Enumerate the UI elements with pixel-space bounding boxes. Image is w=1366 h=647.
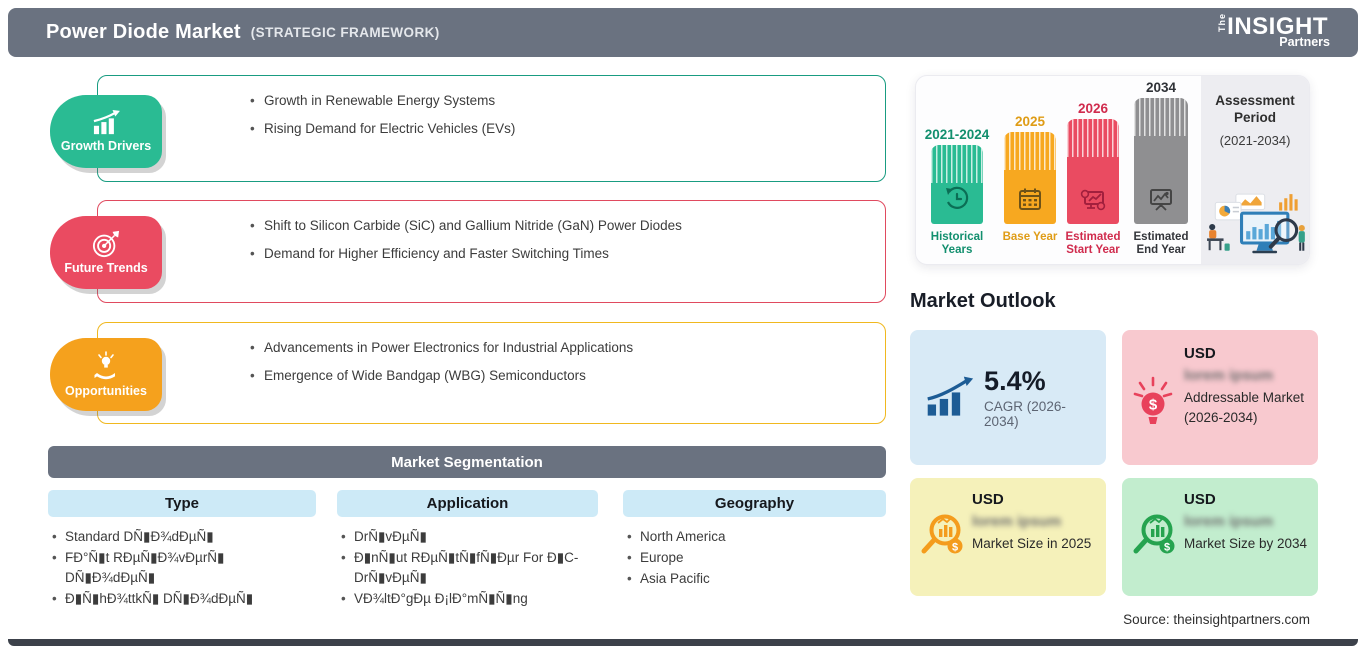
segmentation-column-type: Type Standard DÑ▮Ð¾dÐµÑ▮ FÐ°Ñ▮t RÐµÑ▮Ð¾v… — [48, 490, 316, 610]
list-item: Standard DÑ▮Ð¾dÐµÑ▮ — [52, 527, 263, 547]
card-caption: Market Size by 2034 — [1184, 536, 1308, 551]
magnifier-chart-orange-icon: $ — [921, 514, 963, 554]
opportunities-box: Advancements in Power Electronics for In… — [97, 322, 886, 424]
analytics-illustration — [1207, 193, 1305, 254]
estimated-end-year-bar — [1134, 98, 1188, 224]
bar-caption-est-start: Estimated Start Year — [1065, 231, 1121, 256]
historical-years-bar — [931, 145, 983, 224]
cagr-card: 5.4% CAGR (2026-2034) — [910, 330, 1106, 465]
segmentation-column-application: Application DrÑ▮vÐµÑ▮ Ð▮nÑ▮ut RÐµÑ▮tÑ▮fÑ… — [337, 490, 598, 610]
assessment-timeline-card: 2021-2024 2025 2026 2034 Historical Year… — [915, 75, 1310, 265]
opportunities-section: Advancements in Power Electronics for In… — [48, 322, 886, 424]
assessment-period-range: (2021-2034) — [1219, 133, 1291, 148]
type-list: Standard DÑ▮Ð¾dÐµÑ▮ FÐ°Ñ▮t RÐµÑ▮Ð¾vÐµrÑ▮… — [48, 527, 263, 609]
cagr-value: 5.4% — [984, 366, 1046, 396]
header-bar: Power Diode Market (STRATEGIC FRAMEWORK)… — [8, 8, 1358, 57]
page-subtitle: (STRATEGIC FRAMEWORK) — [250, 25, 440, 40]
page-title: Power Diode Market — [46, 21, 241, 43]
list-item: Shift to Silicon Carbide (SiC) and Galli… — [250, 217, 867, 235]
future-trends-section: Shift to Silicon Carbide (SiC) and Galli… — [48, 200, 886, 303]
brand-logo: The INSIGHT Partners — [1217, 12, 1330, 49]
column-header-application: Application — [337, 490, 598, 517]
list-item: Europe — [627, 548, 886, 568]
bulb-hand-icon — [94, 351, 115, 380]
logo-the-text: The — [1217, 12, 1228, 32]
list-item: North America — [627, 527, 886, 547]
list-item: Ð▮Ñ▮hÐ¾ttkÑ▮ DÑ▮Ð¾dÐµÑ▮ — [52, 589, 263, 609]
target-dart-icon — [92, 230, 120, 258]
list-item: Growth in Renewable Energy Systems — [250, 92, 867, 110]
source-attribution: Source: theinsightpartners.com — [1123, 612, 1310, 627]
year-label-est-end: 2034 — [1145, 80, 1177, 95]
assessment-period-panel: Assessment Period (2021-2034) — [1201, 76, 1309, 264]
future-trends-badge: Future Trends — [50, 216, 162, 289]
growth-drivers-section: Growth in Renewable Energy Systems Risin… — [48, 75, 886, 182]
year-label-est-start: 2026 — [1077, 101, 1109, 116]
logo-insight-text: INSIGHT — [1227, 13, 1328, 40]
badge-label: Future Trends — [64, 261, 148, 275]
currency-label: USD — [1184, 491, 1216, 508]
growth-drivers-badge: Growth Drivers — [50, 95, 162, 168]
svg-text:$: $ — [1149, 397, 1158, 414]
market-size-2034-card: $ USD lorem ipsum Market Size by 2034 — [1122, 478, 1318, 596]
year-label-historical: 2021-2024 — [924, 127, 990, 142]
opportunities-list: Advancements in Power Electronics for In… — [250, 339, 867, 385]
bar-caption-est-end: Estimated End Year — [1133, 231, 1189, 256]
geography-list: North America Europe Asia Pacific — [623, 527, 886, 589]
market-segmentation-header: Market Segmentation — [48, 446, 886, 478]
base-year-bar — [1004, 132, 1056, 224]
footer-divider — [8, 639, 1358, 646]
list-item: Rising Demand for Electric Vehicles (EVs… — [250, 120, 867, 138]
card-caption: Market Size in 2025 — [972, 536, 1092, 551]
list-item: Ð▮nÑ▮ut RÐµÑ▮tÑ▮fÑ▮Ðµr For Ð▮C-DrÑ▮vÐµÑ▮ — [341, 548, 589, 588]
list-item: VÐ¾ltÐ°gÐµ Ð¡lÐ°mÑ▮Ñ▮ng — [341, 589, 589, 609]
future-trends-list: Shift to Silicon Carbide (SiC) and Galli… — [250, 217, 867, 263]
currency-label: USD — [1184, 345, 1216, 362]
opportunities-badge: Opportunities — [50, 338, 162, 411]
svg-text:$: $ — [952, 542, 958, 554]
list-item: DrÑ▮vÐµÑ▮ — [341, 527, 589, 547]
card-caption: Addressable Market (2026-2034) — [1184, 390, 1305, 425]
magnifier-chart-green-icon: $ — [1133, 514, 1175, 554]
list-item: Asia Pacific — [627, 569, 886, 589]
year-label-base: 2025 — [1014, 114, 1046, 129]
list-item: Emergence of Wide Bandgap (WBG) Semicond… — [250, 367, 867, 385]
masked-value: lorem ipsum — [1184, 513, 1274, 530]
infographic-page: Power Diode Market (STRATEGIC FRAMEWORK)… — [0, 0, 1366, 647]
future-trends-box: Shift to Silicon Carbide (SiC) and Galli… — [97, 200, 886, 303]
addressable-market-card: $ USD lorem ipsum Addressable Market (20… — [1122, 330, 1318, 465]
list-item: Demand for Higher Efficiency and Faster … — [250, 245, 867, 263]
growth-drivers-list: Growth in Renewable Energy Systems Risin… — [250, 92, 867, 138]
application-list: DrÑ▮vÐµÑ▮ Ð▮nÑ▮ut RÐµÑ▮tÑ▮fÑ▮Ðµr For Ð▮C… — [337, 527, 589, 609]
market-segmentation-title: Market Segmentation — [391, 453, 543, 471]
badge-label: Growth Drivers — [60, 139, 152, 153]
svg-text:$: $ — [1164, 542, 1170, 554]
presentation-board-icon — [1150, 189, 1172, 211]
column-header-type: Type — [48, 490, 316, 517]
column-header-geography: Geography — [623, 490, 886, 517]
cagr-label: CAGR (2026-2034) — [984, 399, 1066, 429]
list-item: Advancements in Power Electronics for In… — [250, 339, 867, 357]
masked-value: lorem ipsum — [972, 513, 1062, 530]
assessment-period-title: Assessment Period — [1215, 93, 1295, 125]
currency-label: USD — [972, 491, 1004, 508]
estimated-start-year-bar — [1067, 119, 1119, 224]
calendar-icon — [1019, 188, 1041, 210]
market-outlook-title: Market Outlook — [910, 290, 1056, 312]
history-clock-icon — [946, 186, 969, 209]
bar-caption-historical: Historical Years — [930, 231, 984, 256]
segmentation-column-geography: Geography North America Europe Asia Paci… — [623, 490, 886, 590]
list-item: FÐ°Ñ▮t RÐµÑ▮Ð¾vÐµrÑ▮ DÑ▮Ð¾dÐµÑ▮ — [52, 548, 263, 588]
cagr-chart-icon — [927, 376, 974, 416]
growth-drivers-box: Growth in Renewable Energy Systems Risin… — [97, 75, 886, 182]
masked-value: lorem ipsum — [1184, 367, 1274, 384]
badge-label: Opportunities — [65, 384, 147, 398]
growth-chart-icon — [93, 110, 120, 135]
forecast-gear-icon — [1080, 189, 1106, 211]
bulb-dollar-icon: $ — [1133, 376, 1173, 424]
market-size-2025-card: $ USD lorem ipsum Market Size in 2025 — [910, 478, 1106, 596]
